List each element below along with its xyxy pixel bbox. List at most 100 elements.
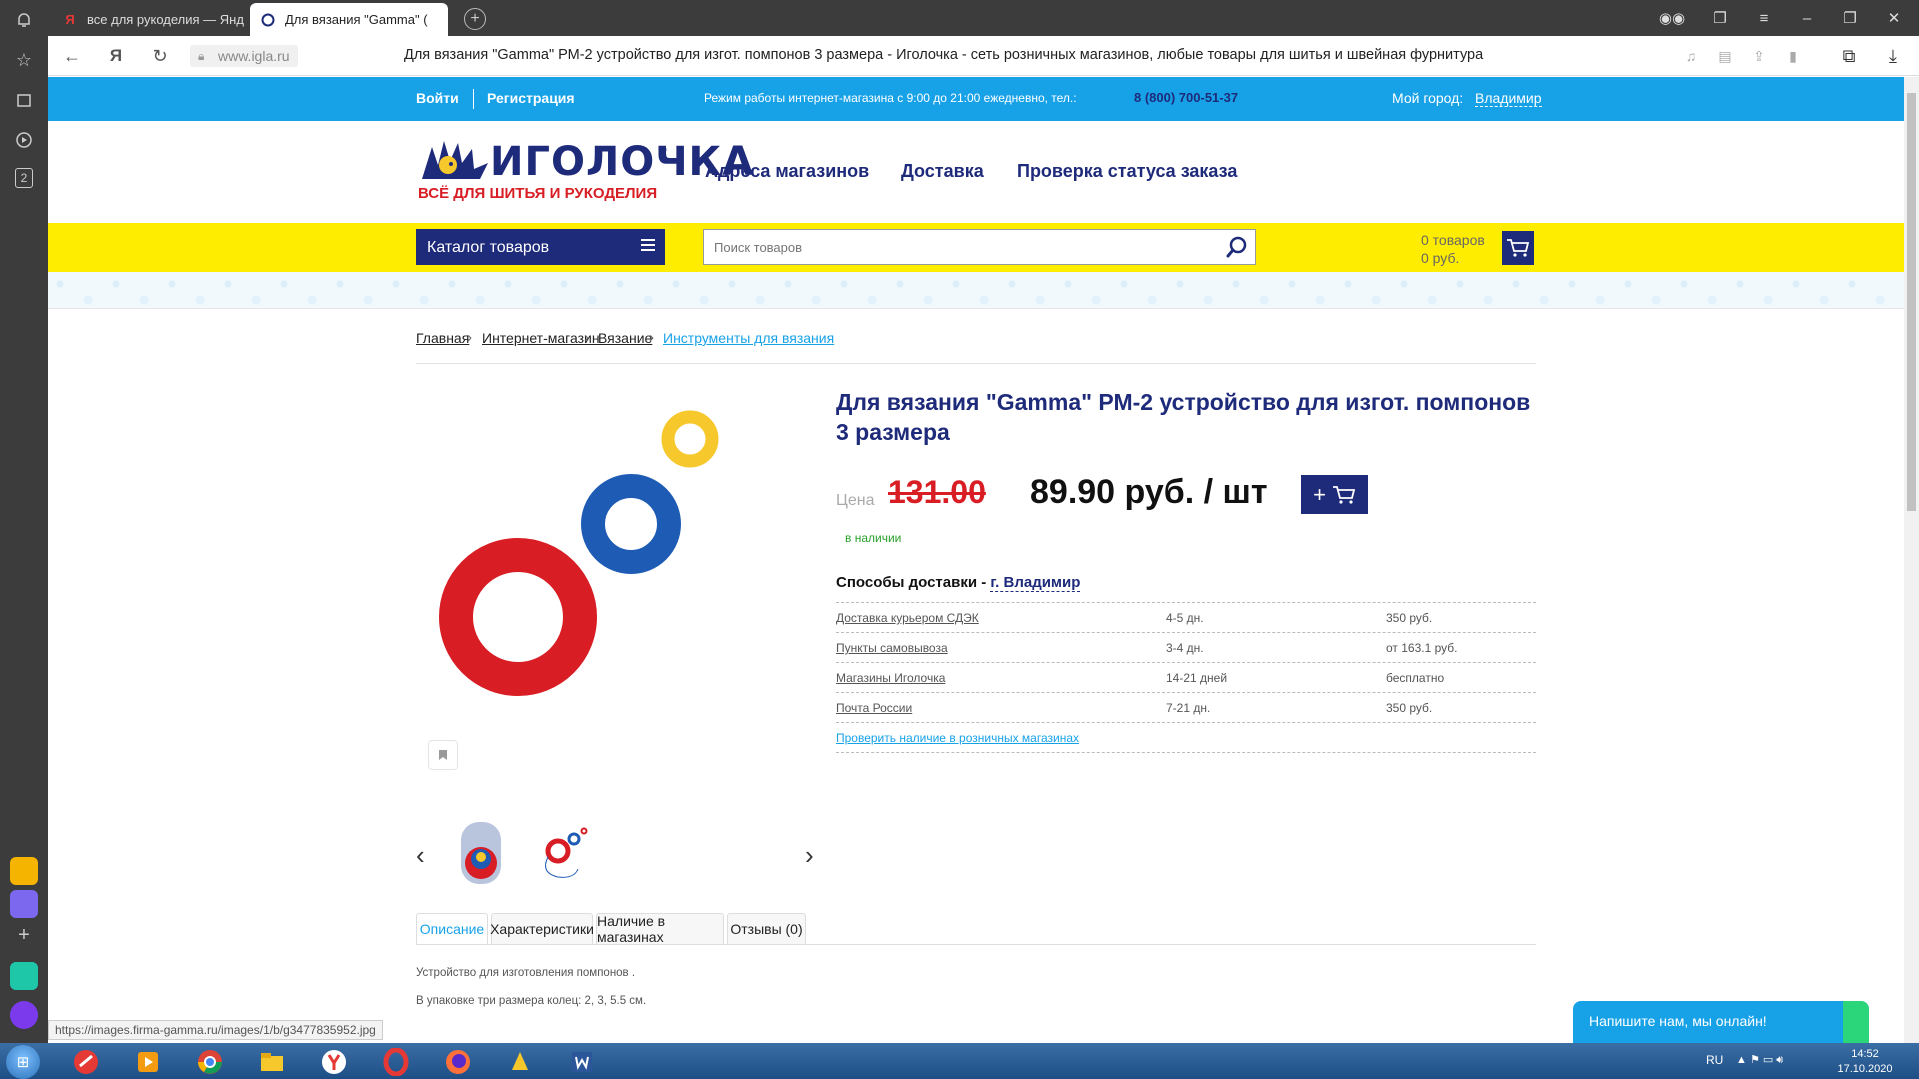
messenger-app-icon[interactable] [10, 890, 38, 918]
headphones-icon[interactable]: ♫ [1680, 45, 1702, 67]
tab-label: все для рукоделия — Янд [87, 12, 244, 27]
chevron-right-icon: › [649, 329, 654, 346]
delivery-city-selector[interactable]: г. Владимир [990, 574, 1081, 592]
restore-icon[interactable]: ❐ [1838, 6, 1862, 30]
language-indicator[interactable]: RU [1706, 1053, 1723, 1067]
tab-characteristics[interactable]: Характеристики [490, 913, 594, 945]
description-text: В упаковке три размера колец: 2, 3, 5.5 … [416, 995, 647, 1007]
pompom-ring [581, 474, 681, 574]
reload-icon[interactable]: ↻ [148, 44, 172, 68]
hamburger-icon [641, 239, 655, 253]
cart-button[interactable] [1502, 231, 1534, 265]
breadcrumb-knitting[interactable]: Вязание [598, 330, 652, 346]
opera-app-icon[interactable] [374, 1046, 418, 1078]
breadcrumb-shop[interactable]: Интернет-магазин [482, 330, 600, 346]
game-app-icon[interactable] [498, 1046, 542, 1078]
alice-assistant-icon[interactable] [10, 1001, 38, 1029]
media-play-icon[interactable] [12, 128, 36, 152]
chrome-app-icon[interactable] [188, 1046, 232, 1078]
clock-date: 17.10.2020 [1837, 1063, 1893, 1075]
share-icon[interactable]: ⇪ [1748, 45, 1770, 67]
translate-icon[interactable]: ⧉ [1838, 45, 1860, 67]
download-icon[interactable]: ⤓ [1882, 45, 1904, 67]
logo-registered-mark: ® [660, 145, 667, 155]
stock-status: в наличии [845, 531, 902, 545]
delivery-heading-text: Способы доставки - [836, 574, 987, 591]
add-to-favorites-button[interactable] [428, 740, 458, 770]
delivery-method[interactable]: Пункты самовывоза [836, 641, 948, 655]
delivery-price: бесплатно [1386, 671, 1445, 685]
cart-summary[interactable]: 0 товаров 0 руб. [1421, 231, 1485, 267]
minimize-icon[interactable]: – [1795, 6, 1819, 30]
url-field[interactable]: 🔒︎ www.igla.ru [190, 45, 298, 67]
yandex-home-icon[interactable]: Я [104, 44, 128, 68]
search-input[interactable] [704, 230, 1204, 264]
back-icon[interactable]: ← [60, 44, 84, 68]
add-to-cart-button[interactable]: + [1301, 475, 1368, 514]
notifications-icon[interactable] [12, 8, 36, 32]
thumbnail-next-arrow[interactable]: › [805, 842, 821, 872]
firefox-app-icon[interactable] [436, 1046, 480, 1078]
delivery-method[interactable]: Почта России [836, 701, 912, 715]
link-status-bar: https://images.firma-gamma.ru/images/1/b… [48, 1020, 383, 1040]
phone-link[interactable]: 8 (800) 700-51-37 [1134, 90, 1238, 105]
login-link[interactable]: Войти [416, 90, 459, 106]
online-indicator [1843, 1001, 1869, 1043]
add-app-icon[interactable]: + [10, 924, 38, 952]
register-link[interactable]: Регистрация [487, 90, 575, 106]
browser-tab-product[interactable]: Для вязания "Gamma" ( [250, 3, 448, 36]
scrollbar-thumb[interactable] [1907, 93, 1916, 511]
breadcrumb-knitting-tools[interactable]: Инструменты для вязания [663, 330, 834, 346]
reader-icon[interactable]: ▤ [1714, 45, 1736, 67]
chat-widget[interactable]: Напишите нам, мы онлайн! [1573, 1001, 1869, 1043]
cart-icon [1332, 485, 1356, 504]
browser-tab-yandex[interactable]: Я все для рукоделия — Янд [52, 3, 247, 36]
delivery-method[interactable]: Магазины Иголочка [836, 671, 945, 685]
product-thumbnail[interactable] [451, 817, 511, 887]
product-thumbnail[interactable] [534, 817, 594, 887]
new-tab-button[interactable]: + [464, 8, 486, 30]
delivery-row: Почта России 7-21 дн. 350 руб. [836, 693, 1536, 723]
music-app-icon[interactable] [10, 962, 38, 990]
bookmark-icon[interactable]: ▮ [1782, 45, 1804, 67]
close-icon[interactable]: ✕ [1882, 6, 1906, 30]
word-app-icon[interactable] [560, 1046, 604, 1078]
delivery-time: 7-21 дн. [1166, 701, 1211, 715]
tray-icons[interactable]: ▲ ⚑ ▭ 🔊︎ [1736, 1053, 1826, 1067]
city-selector[interactable]: Владимир [1475, 90, 1542, 107]
start-button[interactable]: ⊞ [6, 1045, 40, 1079]
mail-app-icon[interactable] [10, 857, 38, 885]
cart-sum: 0 руб. [1421, 250, 1460, 266]
collections-icon[interactable]: ❐ [1708, 6, 1732, 30]
file-explorer-app-icon[interactable] [250, 1046, 294, 1078]
system-clock[interactable]: 14:52 17.10.2020 [1830, 1047, 1900, 1077]
delivery-price: 350 руб. [1386, 701, 1433, 715]
product-image[interactable] [416, 377, 816, 777]
nav-delivery[interactable]: Доставка [901, 161, 984, 182]
cart-icon [1507, 239, 1530, 257]
igolochka-logo[interactable]: ИГОЛОЧКА ® ВСЁ ДЛЯ ШИТЬЯ И РУКОДЕЛИЯ [418, 139, 753, 205]
delivery-heading: Способы доставки - г. Владимир [836, 574, 1081, 592]
tab-reviews[interactable]: Отзывы (0) [727, 913, 806, 945]
media-player-app-icon[interactable] [126, 1046, 170, 1078]
check-stores-link[interactable]: Проверить наличие в розничных магазинах [836, 731, 1079, 745]
yandex-browser-app-icon[interactable] [312, 1046, 356, 1078]
nav-order-status[interactable]: Проверка статуса заказа [1017, 161, 1237, 182]
lock-icon: 🔒︎ [198, 49, 205, 63]
favorites-star-icon[interactable]: ☆ [12, 48, 36, 72]
collections-rail-icon[interactable] [12, 88, 36, 112]
delivery-method[interactable]: Доставка курьером СДЭК [836, 611, 979, 625]
thumbnail-prev-arrow[interactable]: ‹ [416, 842, 432, 872]
menu-icon[interactable]: ≡ [1752, 6, 1776, 30]
tab-description[interactable]: Описание [416, 913, 488, 945]
nav-store-addresses[interactable]: Адреса магазинов [705, 161, 869, 182]
reading-mode-icon[interactable]: ◉◉ [1659, 6, 1685, 30]
tab-store-availability[interactable]: Наличие в магазинах [596, 913, 724, 945]
search-icon[interactable] [1225, 235, 1249, 259]
breadcrumb-home[interactable]: Главная [416, 330, 469, 346]
catalog-button[interactable]: Каталог товаров [416, 229, 665, 265]
catalog-label: Каталог товаров [427, 239, 550, 256]
antivirus-app-icon[interactable] [64, 1046, 108, 1078]
page-scrollbar[interactable] [1904, 77, 1919, 1043]
tabs-count-badge[interactable]: 2 [15, 168, 33, 188]
